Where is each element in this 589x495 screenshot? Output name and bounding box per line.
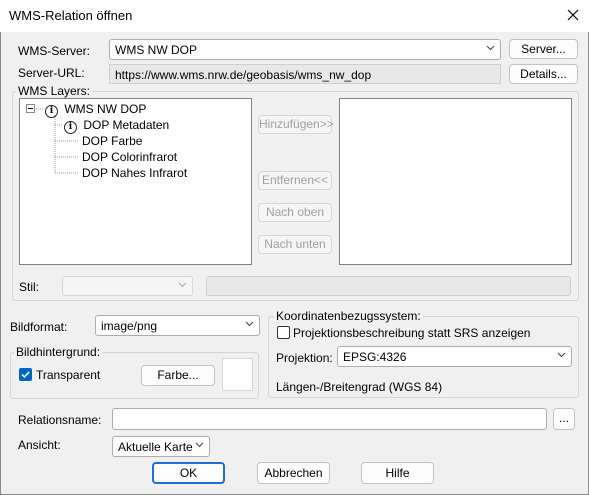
tree-root-item[interactable]: i WMS NW DOP: [45, 102, 146, 118]
tree-collapse-toggle[interactable]: [26, 104, 35, 113]
color-swatch: [222, 358, 253, 391]
image-format-select[interactable]: image/png: [95, 315, 260, 336]
chevron-down-icon: [178, 282, 187, 288]
crs-group-title: Koordinatenbezugssystem:: [274, 309, 423, 323]
tree-item-label: DOP Metadaten: [83, 118, 170, 132]
view-select[interactable]: Aktuelle Karte: [112, 436, 210, 457]
transparent-checkbox[interactable]: [19, 368, 32, 381]
projection-value: EPSG:4326: [343, 350, 407, 364]
details-button[interactable]: Details...: [509, 64, 578, 84]
wms-server-label: WMS-Server:: [18, 44, 90, 58]
move-up-button[interactable]: Nach oben: [258, 203, 332, 222]
view-value: Aktuelle Karte: [118, 440, 193, 454]
ok-button[interactable]: OK: [152, 462, 225, 484]
cancel-button[interactable]: Abbrechen: [257, 462, 330, 484]
server-button[interactable]: Server...: [509, 39, 578, 59]
server-url-value: https://www.wms.nrw.de/geobasis/wms_nw_d…: [115, 68, 372, 82]
server-url-field[interactable]: https://www.wms.nrw.de/geobasis/wms_nw_d…: [109, 64, 501, 84]
wms-server-select[interactable]: WMS NW DOP: [109, 39, 501, 60]
projection-description-checkbox[interactable]: [277, 326, 290, 339]
browse-button[interactable]: ...: [553, 408, 575, 430]
style-label: Stil:: [19, 280, 40, 294]
wms-layers-title: WMS Layers:: [16, 84, 93, 98]
help-button[interactable]: Hilfe: [361, 462, 434, 484]
window-title: WMS-Relation öffnen: [9, 8, 133, 23]
add-layer-button[interactable]: Hinzufügen>>: [258, 115, 334, 134]
info-icon: i: [45, 105, 58, 118]
checkmark-icon: [21, 371, 30, 379]
image-format-value: image/png: [101, 319, 158, 333]
move-down-button[interactable]: Nach unten: [258, 235, 332, 254]
relation-name-input[interactable]: [112, 408, 547, 430]
tree-item-dop-farbe[interactable]: DOP Farbe: [82, 134, 142, 148]
layer-tree[interactable]: i WMS NW DOP i DOP Metadaten DOP Farbe D…: [19, 98, 252, 265]
server-url-label: Server-URL:: [18, 66, 85, 80]
chevron-down-icon: [245, 321, 254, 327]
image-format-label: Bildformat:: [10, 320, 68, 334]
style-select[interactable]: [62, 276, 193, 296]
view-label: Ansicht:: [18, 438, 61, 452]
selected-layers-list[interactable]: [339, 98, 572, 265]
wms-server-value: WMS NW DOP: [115, 43, 197, 57]
color-button[interactable]: Farbe...: [141, 365, 215, 386]
chevron-down-icon: [486, 45, 495, 51]
chevron-down-icon: [557, 352, 566, 358]
projection-select[interactable]: EPSG:4326: [337, 346, 572, 367]
projection-label: Projektion:: [276, 351, 333, 365]
tree-item-dop-metadaten[interactable]: i DOP Metadaten: [64, 118, 169, 134]
style-description-field: [206, 276, 571, 296]
crs-description: Längen-/Breitengrad (WGS 84): [276, 380, 443, 394]
close-icon[interactable]: [562, 4, 584, 26]
relation-name-label: Relationsname:: [18, 413, 102, 427]
title-bar: WMS-Relation öffnen: [0, 0, 589, 32]
info-icon: i: [64, 121, 77, 134]
chevron-down-icon: [195, 442, 204, 448]
projection-description-label: Projektionsbeschreibung statt SRS anzeig…: [293, 326, 531, 340]
remove-layer-button[interactable]: Entfernen<<: [258, 171, 332, 190]
background-group-title: Bildhintergrund:: [14, 345, 103, 359]
transparent-label: Transparent: [36, 368, 101, 382]
tree-item-dop-colorinfrarot[interactable]: DOP Colorinfrarot: [82, 150, 177, 164]
tree-item-dop-nahes-infrarot[interactable]: DOP Nahes Infrarot: [82, 166, 187, 180]
tree-root-label: WMS NW DOP: [64, 102, 147, 116]
